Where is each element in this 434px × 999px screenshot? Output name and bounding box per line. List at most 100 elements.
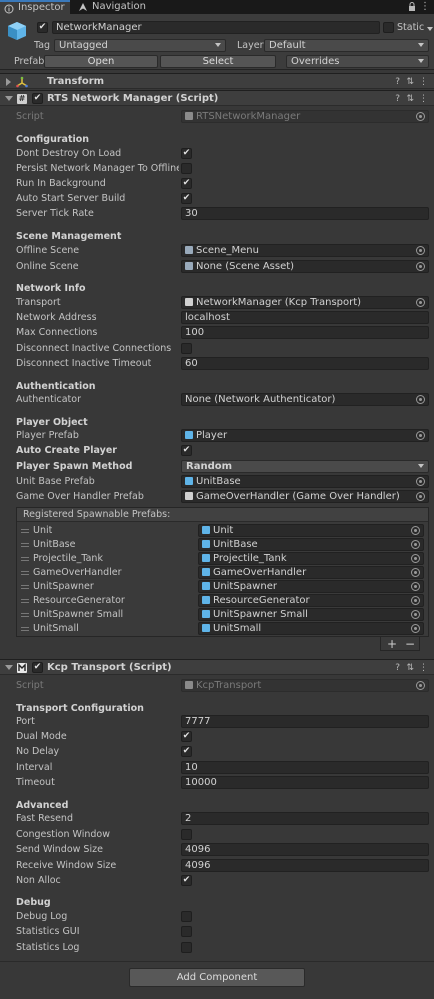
- layer-dropdown[interactable]: Default: [264, 39, 429, 52]
- collapse-arrow-icon[interactable]: [5, 665, 13, 670]
- server-tick-field[interactable]: 30: [181, 207, 429, 220]
- remove-item-button[interactable]: −: [405, 637, 415, 651]
- registered-prefab-row[interactable]: UnitSpawner UnitSpawner: [17, 580, 428, 595]
- object-picker-icon[interactable]: [416, 395, 425, 404]
- registered-prefab-field[interactable]: GameOverHandler: [198, 566, 424, 579]
- kcp-enabled-checkbox[interactable]: ✔: [32, 662, 43, 673]
- object-picker-icon[interactable]: [416, 492, 425, 501]
- tab-navigation[interactable]: Navigation: [74, 0, 154, 14]
- object-picker-icon[interactable]: [416, 246, 425, 255]
- disconnect-timeout-field[interactable]: 60: [181, 357, 429, 370]
- add-component-button[interactable]: Add Component: [129, 968, 305, 987]
- run-in-background-checkbox[interactable]: ✔: [181, 178, 192, 189]
- network-address-field[interactable]: localhost: [181, 311, 429, 324]
- registered-prefab-field[interactable]: ResourceGenerator: [198, 594, 424, 607]
- component-menu-icon[interactable]: ⋮: [419, 94, 428, 104]
- max-connections-field[interactable]: 100: [181, 326, 429, 339]
- object-picker-icon[interactable]: [411, 568, 420, 577]
- object-picker-icon[interactable]: [411, 526, 420, 535]
- dual-mode-checkbox[interactable]: ✔: [181, 731, 192, 742]
- game-over-field[interactable]: GameOverHandler (Game Over Handler): [181, 490, 429, 503]
- help-icon[interactable]: ?: [395, 77, 400, 87]
- prefab-overrides-dropdown[interactable]: Overrides: [286, 55, 429, 68]
- add-item-button[interactable]: +: [387, 637, 397, 651]
- statistics-gui-checkbox[interactable]: [181, 926, 192, 937]
- object-picker-icon[interactable]: [416, 298, 425, 307]
- fast-resend-field[interactable]: 2: [181, 812, 429, 825]
- help-icon[interactable]: ?: [395, 94, 400, 104]
- debug-log-checkbox[interactable]: [181, 911, 192, 922]
- drag-handle-icon[interactable]: [21, 599, 29, 603]
- prefab-select-button[interactable]: Select: [160, 55, 276, 68]
- presets-icon[interactable]: ⇅: [406, 663, 414, 673]
- auto-start-checkbox[interactable]: ✔: [181, 193, 192, 204]
- static-checkbox[interactable]: [383, 22, 394, 33]
- object-picker-icon[interactable]: [411, 596, 420, 605]
- registered-prefab-field[interactable]: UnitBase: [198, 538, 424, 551]
- drag-handle-icon[interactable]: [21, 571, 29, 575]
- expand-arrow-icon[interactable]: [6, 78, 11, 86]
- congestion-window-checkbox[interactable]: [181, 829, 192, 840]
- disconnect-inactive-checkbox[interactable]: [181, 343, 192, 354]
- object-picker-icon[interactable]: [411, 540, 420, 549]
- dont-destroy-checkbox[interactable]: ✔: [181, 148, 192, 159]
- offline-scene-field[interactable]: Scene_Menu: [181, 244, 429, 257]
- presets-icon[interactable]: ⇅: [406, 77, 414, 87]
- more-options-icon[interactable]: ⋮: [420, 1, 430, 12]
- drag-handle-icon[interactable]: [21, 627, 29, 631]
- auto-create-checkbox[interactable]: ✔: [181, 445, 192, 456]
- online-scene-field[interactable]: None (Scene Asset): [181, 260, 429, 273]
- object-picker-icon[interactable]: [416, 262, 425, 271]
- component-menu-icon[interactable]: ⋮: [419, 77, 428, 87]
- player-prefab-field[interactable]: Player: [181, 429, 429, 442]
- object-picker-icon[interactable]: [411, 624, 420, 633]
- statistics-log-checkbox[interactable]: [181, 942, 192, 953]
- static-dropdown-icon[interactable]: [427, 27, 433, 31]
- object-picker-icon[interactable]: [411, 610, 420, 619]
- tag-dropdown[interactable]: Untagged: [54, 39, 226, 52]
- send-window-field[interactable]: 4096: [181, 843, 429, 856]
- registered-prefab-field[interactable]: UnitSpawner: [198, 580, 424, 593]
- registered-prefab-row[interactable]: UnitSmall UnitSmall: [17, 622, 428, 637]
- registered-prefab-row[interactable]: UnitSpawner Small UnitSpawner Small: [17, 608, 428, 623]
- registered-prefab-row[interactable]: UnitBase UnitBase: [17, 538, 428, 553]
- registered-prefab-field[interactable]: UnitSmall: [198, 622, 424, 635]
- rts-network-manager-header[interactable]: # ✔ RTS Network Manager (Script) ? ⇅ ⋮: [0, 90, 434, 106]
- drag-handle-icon[interactable]: [21, 543, 29, 547]
- registered-prefab-field[interactable]: Projectile_Tank: [198, 552, 424, 565]
- persist-checkbox[interactable]: [181, 163, 192, 174]
- drag-handle-icon[interactable]: [21, 585, 29, 589]
- object-picker-icon[interactable]: [411, 554, 420, 563]
- object-picker-icon[interactable]: [416, 431, 425, 440]
- active-toggle[interactable]: ✔: [37, 22, 48, 33]
- interval-field[interactable]: 10: [181, 761, 429, 774]
- registered-prefab-field[interactable]: UnitSpawner Small: [198, 608, 424, 621]
- registered-prefab-field[interactable]: Unit: [198, 524, 424, 537]
- object-name-field[interactable]: NetworkManager: [52, 21, 380, 34]
- prefab-open-button[interactable]: Open: [44, 55, 158, 68]
- registered-prefab-row[interactable]: Projectile_Tank Projectile_Tank: [17, 552, 428, 567]
- no-delay-checkbox[interactable]: ✔: [181, 746, 192, 757]
- registered-prefab-row[interactable]: GameOverHandler GameOverHandler: [17, 566, 428, 581]
- tab-inspector[interactable]: Inspector: [0, 0, 70, 14]
- component-menu-icon[interactable]: ⋮: [419, 663, 428, 673]
- unit-base-field[interactable]: UnitBase: [181, 475, 429, 488]
- authenticator-field[interactable]: None (Network Authenticator): [181, 393, 429, 406]
- drag-handle-icon[interactable]: [21, 529, 29, 533]
- collapse-arrow-icon[interactable]: [5, 96, 13, 101]
- spawn-method-dropdown[interactable]: Random: [181, 460, 429, 473]
- registered-prefab-row[interactable]: Unit Unit: [17, 524, 428, 539]
- object-picker-icon[interactable]: [416, 477, 425, 486]
- drag-handle-icon[interactable]: [21, 613, 29, 617]
- transport-field[interactable]: NetworkManager (Kcp Transport): [181, 296, 429, 309]
- kcp-transport-header[interactable]: ✔ Kcp Transport (Script) ? ⇅ ⋮: [0, 659, 434, 675]
- object-picker-icon[interactable]: [411, 582, 420, 591]
- help-icon[interactable]: ?: [395, 663, 400, 673]
- drag-handle-icon[interactable]: [21, 557, 29, 561]
- port-field[interactable]: 7777: [181, 715, 429, 728]
- transform-component-header[interactable]: Transform ? ⇅ ⋮: [0, 73, 434, 89]
- registered-prefab-row[interactable]: ResourceGenerator ResourceGenerator: [17, 594, 428, 609]
- rts-enabled-checkbox[interactable]: ✔: [32, 93, 43, 104]
- presets-icon[interactable]: ⇅: [406, 94, 414, 104]
- non-alloc-checkbox[interactable]: ✔: [181, 875, 192, 886]
